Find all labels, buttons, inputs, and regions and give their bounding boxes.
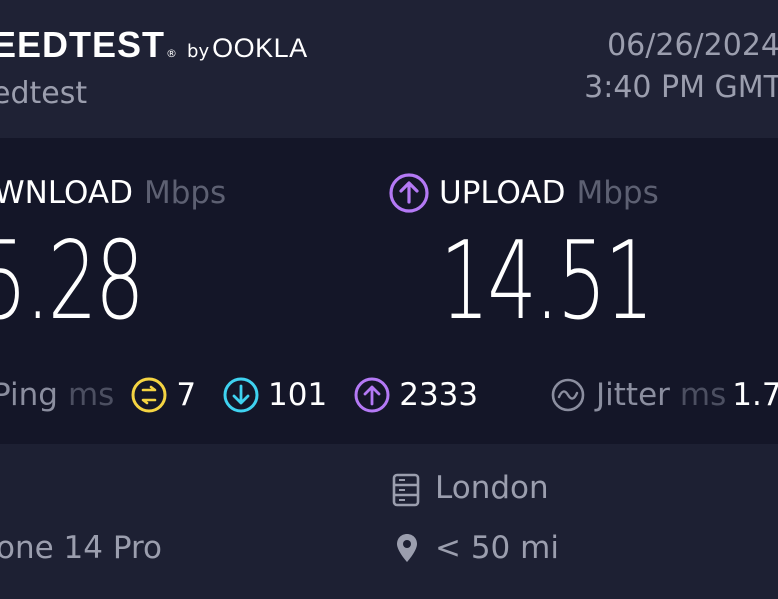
idle-ping-value: 7 — [176, 377, 197, 413]
ping-unit: ms — [67, 377, 115, 413]
jitter-label: Jitter — [596, 377, 670, 413]
jitter-icon — [550, 377, 586, 413]
server-distance: < 50 mi — [435, 530, 559, 566]
device-name: one 14 Pro — [0, 530, 163, 566]
app-subtitle: edtest — [0, 76, 88, 111]
brand-trademark: ® — [166, 47, 178, 60]
upload-unit: Mbps — [576, 175, 659, 211]
ping-label: Ping — [0, 377, 58, 413]
upload-ping-icon — [353, 376, 391, 414]
location-pin-icon — [395, 532, 419, 564]
upload-ping-value: 2333 — [399, 377, 479, 413]
upload-circle-icon — [388, 172, 430, 214]
brand-by: by — [187, 41, 210, 62]
ping-row: Ping ms 7 101 2333 — [0, 373, 478, 417]
download-ping-value: 101 — [268, 377, 328, 413]
jitter-row: Jitter ms 1.7 — [550, 373, 778, 417]
download-unit: Mbps — [143, 175, 227, 211]
upload-value: 14.51 — [440, 219, 654, 344]
result-date: 06/26/2024 — [607, 28, 778, 63]
download-ping-icon — [222, 376, 260, 414]
jitter-unit: ms — [679, 377, 727, 413]
server-location: London — [435, 470, 549, 506]
result-time: 3:40 PM GMT — [584, 70, 778, 105]
speedtest-logo: EEDTEST ® by OOKLA — [0, 24, 308, 65]
download-value: 5.28 — [0, 219, 145, 344]
upload-label-text: UPLOAD — [439, 175, 566, 211]
header — [0, 0, 778, 138]
server-icon — [392, 473, 420, 507]
download-label: WNLOAD Mbps — [0, 172, 226, 214]
idle-ping-icon — [130, 376, 168, 414]
jitter-value: 1.7 — [732, 377, 778, 413]
download-label-text: WNLOAD — [0, 175, 133, 211]
upload-label: UPLOAD Mbps — [388, 172, 659, 214]
brand-name: EEDTEST — [0, 24, 166, 65]
brand-ookla: OOKLA — [212, 33, 308, 63]
